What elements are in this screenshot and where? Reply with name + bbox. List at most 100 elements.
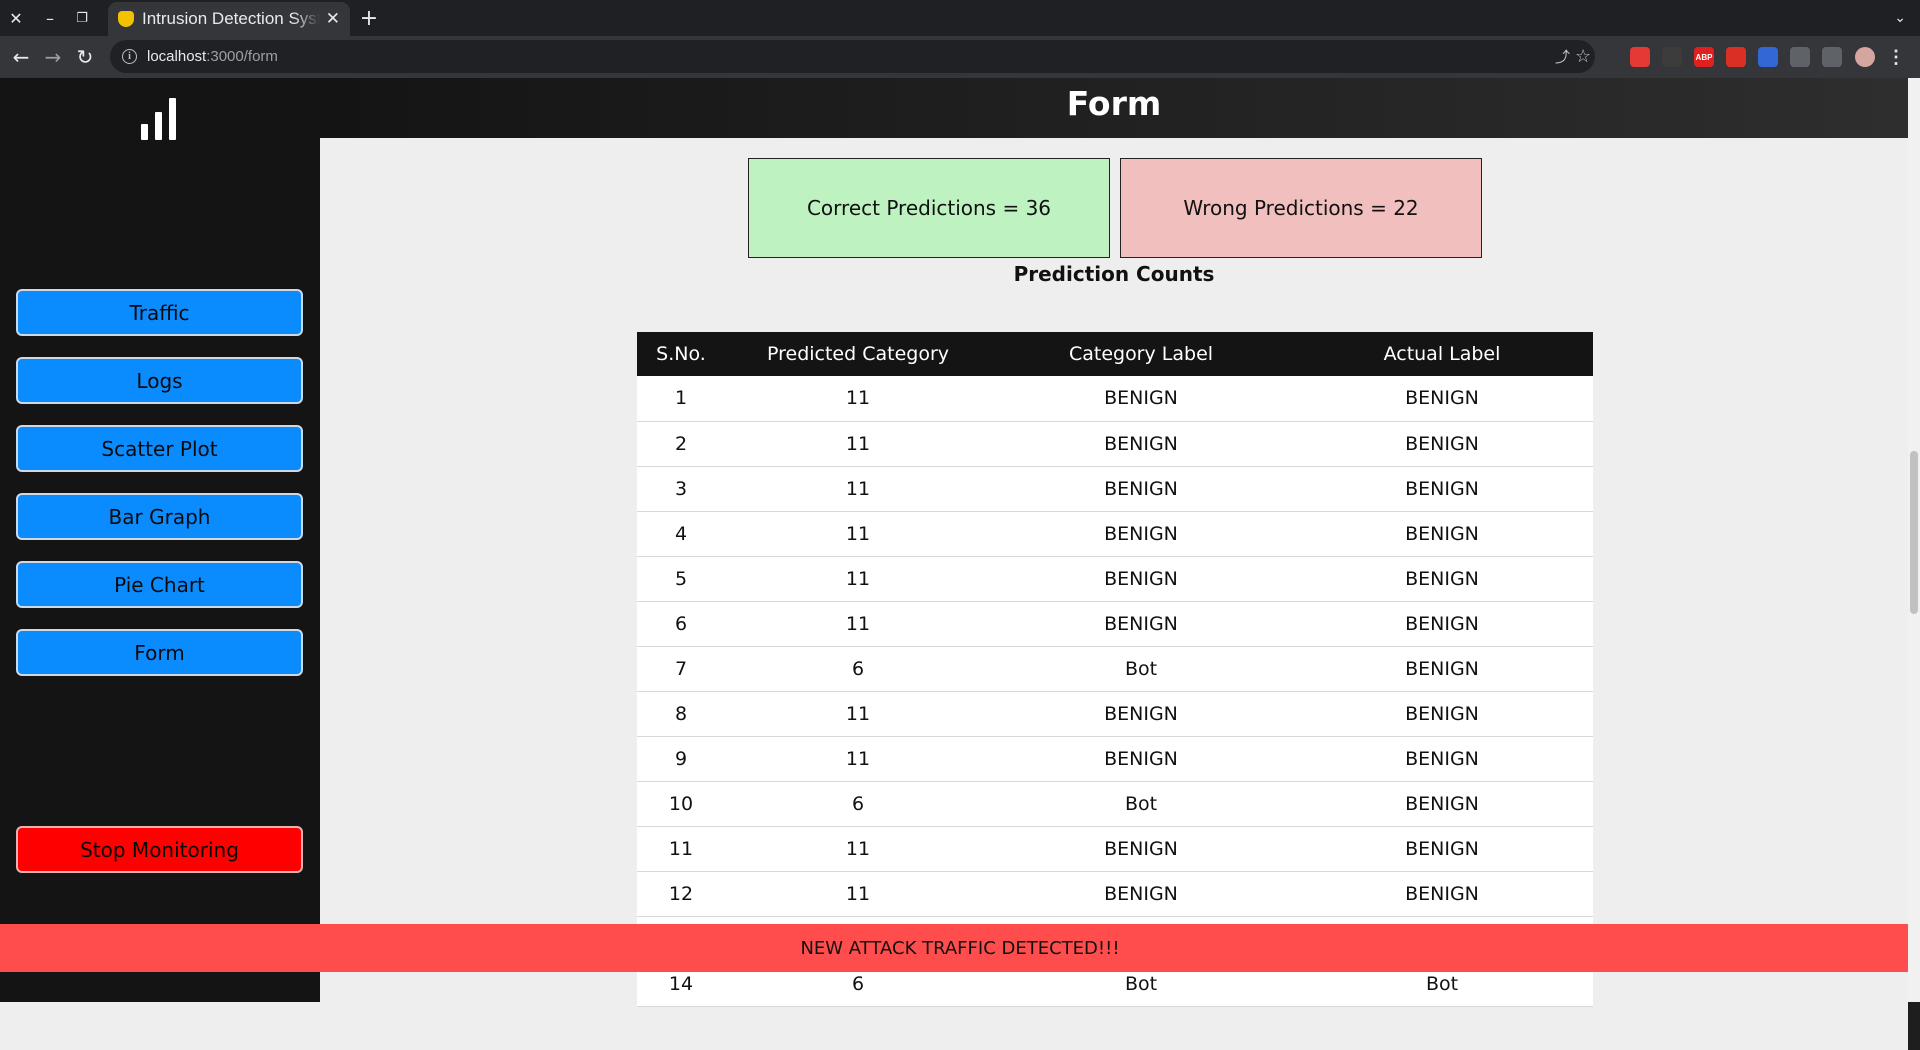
cell-category-label: BENIGN [991,871,1291,917]
table-row: 3 11 BENIGN BENIGN [637,466,1593,512]
table-row: 1 11 BENIGN BENIGN [637,376,1593,422]
cell-category-label: BENIGN [991,601,1291,647]
cell-actual-label: BENIGN [1291,466,1593,512]
menu-kebab-icon[interactable]: ⋮ [1886,47,1906,67]
extension-bird-icon[interactable] [1662,47,1682,67]
page-header: Form [320,78,1908,138]
cell-predicted-category: 6 [725,781,991,827]
back-arrow-icon[interactable]: ← [6,36,36,78]
cell-predicted-category: 11 [725,736,991,782]
cell-actual-label: BENIGN [1291,511,1593,557]
browser-tab-active[interactable]: Intrusion Detection System ✕ [108,2,350,36]
table-row: 2 11 BENIGN BENIGN [637,421,1593,467]
table-row: 7 6 Bot BENIGN [637,646,1593,692]
tab-title: Intrusion Detection System [142,9,320,28]
column-header-actual-label: Actual Label [1291,332,1593,376]
cell-predicted-category: 6 [725,646,991,692]
cell-sno: 9 [637,736,725,782]
cell-sno: 6 [637,601,725,647]
cell-actual-label: BENIGN [1291,826,1593,872]
cell-sno: 5 [637,556,725,602]
site-info-icon[interactable]: i [122,49,137,64]
bookmark-star-icon[interactable]: ☆ [1575,40,1591,73]
cell-sno: 10 [637,781,725,827]
table-body: 1 11 BENIGN BENIGN 2 11 BENIGN BENIGN 3 11 BENIGN B… [637,376,1593,1007]
cell-sno: 8 [637,691,725,737]
cell-actual-label: BENIGN [1291,871,1593,917]
cell-category-label: Bot [991,781,1291,827]
cell-predicted-category: 11 [725,826,991,872]
nav-pie-chart-button[interactable]: Pie Chart [16,561,303,608]
predictions-table: S.No. Predicted Category Category Label … [637,332,1593,1007]
correct-predictions-box: Correct Predictions = 36 [748,158,1110,258]
cell-actual-label: BENIGN [1291,691,1593,737]
new-tab-icon[interactable]: + [356,0,382,36]
nav-traffic-button[interactable]: Traffic [16,289,303,336]
cell-sno: 7 [637,646,725,692]
forward-arrow-icon[interactable]: → [38,36,68,78]
url-text: localhost:3000/form [147,48,278,65]
table-row: 9 11 BENIGN BENIGN [637,736,1593,782]
share-icon[interactable]: ⤴ [1555,40,1570,73]
page-content: Traffic Logs Scatter Plot Bar Graph Pie … [0,78,1908,1050]
cell-predicted-category: 11 [725,466,991,512]
cell-actual-label: BENIGN [1291,421,1593,467]
browser-tab-strip: ✕ – ❐ Intrusion Detection System ✕ + ⌄ [0,0,1920,36]
bar-chart-icon[interactable] [141,98,181,140]
tab-search-chevron-icon[interactable]: ⌄ [1894,0,1906,36]
profile-avatar-icon[interactable] [1855,47,1875,67]
window-close-icon[interactable]: ✕ [2,0,30,36]
nav-bar-graph-button[interactable]: Bar Graph [16,493,303,540]
cell-predicted-category: 11 [725,601,991,647]
attack-alert-banner: NEW ATTACK TRAFFIC DETECTED!!! [0,924,1920,972]
shield-favicon-icon [118,11,134,27]
reload-icon[interactable]: ↻ [70,36,100,78]
column-header-sno: S.No. [637,332,725,376]
cell-category-label: BENIGN [991,736,1291,782]
prediction-counts-caption: Prediction Counts [1013,262,1215,286]
puzzle-icon[interactable] [1790,47,1810,67]
cell-predicted-category: 11 [725,871,991,917]
cell-category-label: BENIGN [991,421,1291,467]
nav-form-button[interactable]: Form [16,629,303,676]
cell-category-label: Bot [991,646,1291,692]
page-scrollbar[interactable] [1908,78,1920,1002]
cell-category-label: BENIGN [991,466,1291,512]
cell-predicted-category: 11 [725,376,991,422]
cell-actual-label: BENIGN [1291,376,1593,422]
browser-toolbar: ← → ↻ i localhost:3000/form ⤴ ☆ ABP ⋮ [0,36,1920,78]
url-path: :3000/form [206,48,278,65]
cell-actual-label: BENIGN [1291,736,1593,782]
window-restore-icon[interactable]: ❐ [68,0,96,36]
wrong-predictions-box: Wrong Predictions = 22 [1120,158,1482,258]
table-row: 8 11 BENIGN BENIGN [637,691,1593,737]
shield-extension-icon[interactable] [1758,47,1778,67]
cell-sno: 4 [637,511,725,557]
extension-red-icon[interactable] [1630,47,1650,67]
nav-scatter-plot-button[interactable]: Scatter Plot [16,425,303,472]
cell-predicted-category: 11 [725,421,991,467]
cell-sno: 12 [637,871,725,917]
side-panel-icon[interactable] [1822,47,1842,67]
cell-sno: 1 [637,376,725,422]
cell-actual-label: BENIGN [1291,601,1593,647]
cell-sno: 11 [637,826,725,872]
tab-close-icon[interactable]: ✕ [326,9,340,29]
column-header-category-label: Category Label [991,332,1291,376]
address-bar[interactable]: i localhost:3000/form ⤴ ☆ [110,40,1595,73]
stop-hand-icon[interactable] [1726,47,1746,67]
scrollbar-thumb[interactable] [1910,451,1918,614]
cell-predicted-category: 11 [725,556,991,602]
cell-category-label: BENIGN [991,691,1291,737]
table-row: 5 11 BENIGN BENIGN [637,556,1593,602]
nav-logs-button[interactable]: Logs [16,357,303,404]
cell-predicted-category: 11 [725,511,991,557]
table-header-row: S.No. Predicted Category Category Label … [637,332,1593,376]
table-row: 10 6 Bot BENIGN [637,781,1593,827]
window-minimize-icon[interactable]: – [36,0,64,36]
cell-predicted-category: 11 [725,691,991,737]
stop-monitoring-button[interactable]: Stop Monitoring [16,826,303,873]
sidebar: Traffic Logs Scatter Plot Bar Graph Pie … [0,78,320,1002]
adblock-icon[interactable]: ABP [1694,47,1714,67]
cell-actual-label: BENIGN [1291,646,1593,692]
